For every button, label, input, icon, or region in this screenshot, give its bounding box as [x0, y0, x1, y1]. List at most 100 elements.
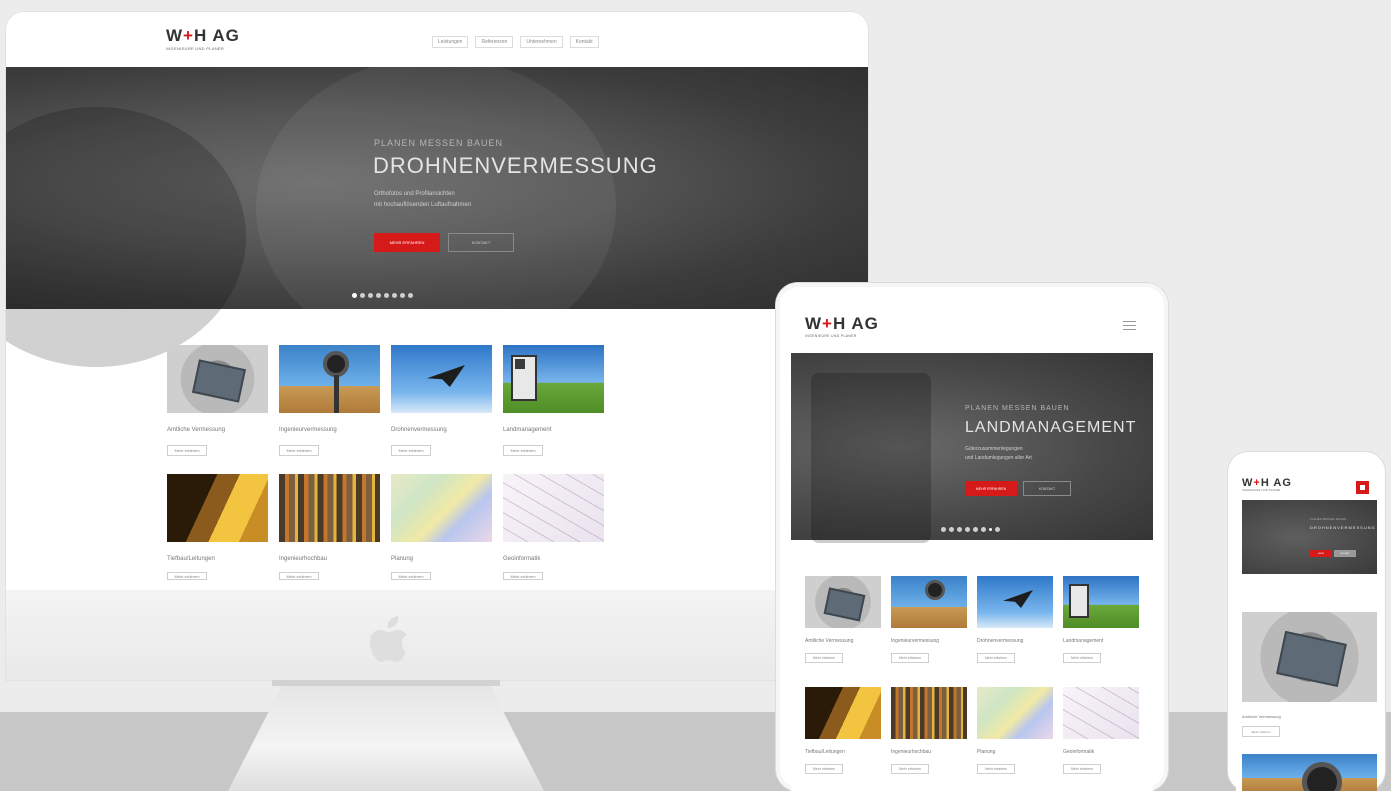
tablet-mockup: W+H AG INGENIEURE UND PLANER PLANEN MESS…: [776, 283, 1168, 791]
service-more-button[interactable]: Mehr erfahren: [391, 445, 431, 456]
hero-secondary-button[interactable]: KONTAKT: [1023, 481, 1071, 496]
service-more-button[interactable]: Mehr erfahren: [503, 572, 543, 580]
hero-text-line: Güterzusammenlegungen: [965, 446, 1023, 452]
slider-dot[interactable]: [392, 293, 397, 298]
hero-text-line: Orthofotos und Profilansichten: [374, 191, 455, 197]
nav-item-referenzen[interactable]: Referenzen: [475, 36, 514, 48]
service-more-button[interactable]: Mehr erfahren: [1242, 726, 1280, 737]
slider-dot[interactable]: [368, 293, 373, 298]
hero-secondary-button[interactable]: KONTAKT: [448, 233, 514, 252]
desktop-hero-slider: PLANEN MESSEN BAUEN DROHNENVERMESSUNG Or…: [6, 57, 868, 367]
phone-mockup: W+H AG INGENIEURE UND PLANER PLANEN MESS…: [1228, 452, 1385, 791]
slider-dot[interactable]: [400, 293, 405, 298]
service-more-button[interactable]: Mehr erfahren: [503, 445, 543, 456]
logo-tagline: INGENIEURE UND PLANER: [805, 334, 857, 338]
desktop-logo[interactable]: W+H AG INGENIEURE UND PLANER: [166, 26, 240, 51]
hamburger-menu-icon[interactable]: [1123, 321, 1136, 330]
phone-logo[interactable]: W+H AG INGENIEURE UND PLANER: [1242, 477, 1292, 492]
slider-dot[interactable]: [973, 527, 978, 532]
service-label: Drohnenvermessung: [977, 638, 1024, 644]
survey-drone-image: [391, 345, 492, 413]
logo-mark: W+H AG: [166, 26, 240, 45]
logo-mark: W+H AG: [805, 314, 879, 333]
service-more-button[interactable]: Mehr erfahren: [891, 764, 929, 774]
hero-text: Güterzusammenlegungen und Landumlegungen…: [965, 445, 1095, 463]
service-more-button[interactable]: Mehr erfahren: [279, 572, 319, 580]
instrument-shape: [1302, 762, 1342, 791]
survey-instrument-image: [891, 576, 967, 628]
service-more-button[interactable]: Mehr erfahren: [167, 445, 207, 456]
slider-dot[interactable]: [376, 293, 381, 298]
service-label: Planung: [977, 749, 996, 755]
slider-dots: [941, 527, 1000, 532]
slider-dot[interactable]: [352, 293, 357, 298]
hero-text-line: und Landumlegungen aller Art: [965, 455, 1032, 461]
mobile-menu-button[interactable]: [1356, 481, 1369, 494]
station-screen-shape: [515, 359, 525, 369]
hero-primary-button[interactable]: MEHR ERFAHREN: [374, 233, 440, 252]
hero-secondary-button[interactable]: KONTAKT: [1334, 550, 1356, 557]
service-more-button[interactable]: Mehr erfahren: [279, 445, 319, 456]
drone-shape: [427, 365, 465, 387]
slider-dot[interactable]: [965, 527, 970, 532]
geoinformatics-image: [1063, 687, 1139, 739]
manhole-cover-image: [1242, 612, 1377, 702]
hero-bg-shape: [6, 107, 246, 367]
tablet-screen: W+H AG INGENIEURE UND PLANER PLANEN MESS…: [791, 301, 1153, 791]
service-label: Drohnenvermessung: [391, 427, 447, 433]
logo-mark: W+H AG: [1242, 477, 1292, 489]
survey-drone-image: [977, 576, 1053, 628]
service-label: Amtliche Vermessung: [167, 427, 226, 433]
service-more-button[interactable]: Mehr erfahren: [1063, 764, 1101, 774]
planning-map-image: [391, 474, 492, 542]
hero-title: LANDMANAGEMENT: [965, 419, 1137, 436]
service-more-button[interactable]: Mehr erfahren: [805, 653, 843, 663]
nav-item-leistungen[interactable]: Leistungen: [432, 36, 469, 48]
slider-dot[interactable]: [995, 527, 1000, 532]
slider-dot[interactable]: [957, 527, 962, 532]
floor: [0, 712, 1391, 791]
construction-site-image: [279, 474, 380, 542]
hero-title: DROHNENVERMESSUNG: [1310, 525, 1376, 530]
slider-dot[interactable]: [360, 293, 365, 298]
manhole-cover-image: [805, 576, 881, 628]
imac-chin: [6, 590, 868, 680]
hero-text-line: mit hochauflösenden Luftaufnahmen: [374, 202, 472, 208]
service-label: Geoinformatik: [1063, 749, 1095, 755]
service-more-button[interactable]: Mehr erfahren: [891, 653, 929, 663]
hero-title: DROHNENVERMESSUNG: [373, 153, 658, 178]
hero-primary-button[interactable]: MEHR: [1310, 550, 1332, 557]
slider-dot[interactable]: [408, 293, 413, 298]
hero-primary-button[interactable]: MEHR ERFAHREN: [965, 481, 1017, 496]
total-station-image: [503, 345, 604, 413]
hero-kicker: PLANEN MESSEN BAUEN: [374, 138, 504, 148]
service-label: Ingenieurhochbau: [891, 749, 932, 755]
service-label: Planung: [391, 556, 414, 562]
slider-dot[interactable]: [949, 527, 954, 532]
planning-map-image: [977, 687, 1053, 739]
hero-text: Orthofotos und Profilansichten mit hocha…: [374, 189, 564, 211]
service-more-button[interactable]: Mehr erfahren: [977, 764, 1015, 774]
service-more-button[interactable]: Mehr erfahren: [805, 764, 843, 774]
slider-dot[interactable]: [981, 527, 986, 532]
menu-icon: [1360, 485, 1365, 490]
tablet-logo[interactable]: W+H AG INGENIEURE UND PLANER: [805, 314, 879, 338]
device-mockup-stage: W+H AG INGENIEURE UND PLANER Leistungen …: [0, 0, 1391, 791]
slider-dot[interactable]: [384, 293, 389, 298]
logo-tagline: INGENIEURE UND PLANER: [166, 46, 225, 51]
service-label: Ingenieurhochbau: [279, 556, 328, 562]
service-label: Landmanagement: [1063, 638, 1104, 644]
service-more-button[interactable]: Mehr erfahren: [167, 572, 207, 580]
slider-dot[interactable]: [989, 528, 992, 531]
service-label: Amtliche Vermessung: [805, 638, 854, 644]
geoinformatics-image: [503, 474, 604, 542]
construction-site-image: [891, 687, 967, 739]
service-more-button[interactable]: Mehr erfahren: [1063, 653, 1101, 663]
nav-item-kontakt[interactable]: Kontakt: [569, 36, 599, 48]
logo-tagline: INGENIEURE UND PLANER: [1242, 489, 1281, 492]
service-label: Ingenieurvermessung: [279, 427, 337, 433]
slider-dot[interactable]: [941, 527, 946, 532]
service-more-button[interactable]: Mehr erfahren: [977, 653, 1015, 663]
nav-item-unternehmen[interactable]: Unternehmen: [520, 36, 563, 48]
service-more-button[interactable]: Mehr erfahren: [391, 572, 431, 580]
